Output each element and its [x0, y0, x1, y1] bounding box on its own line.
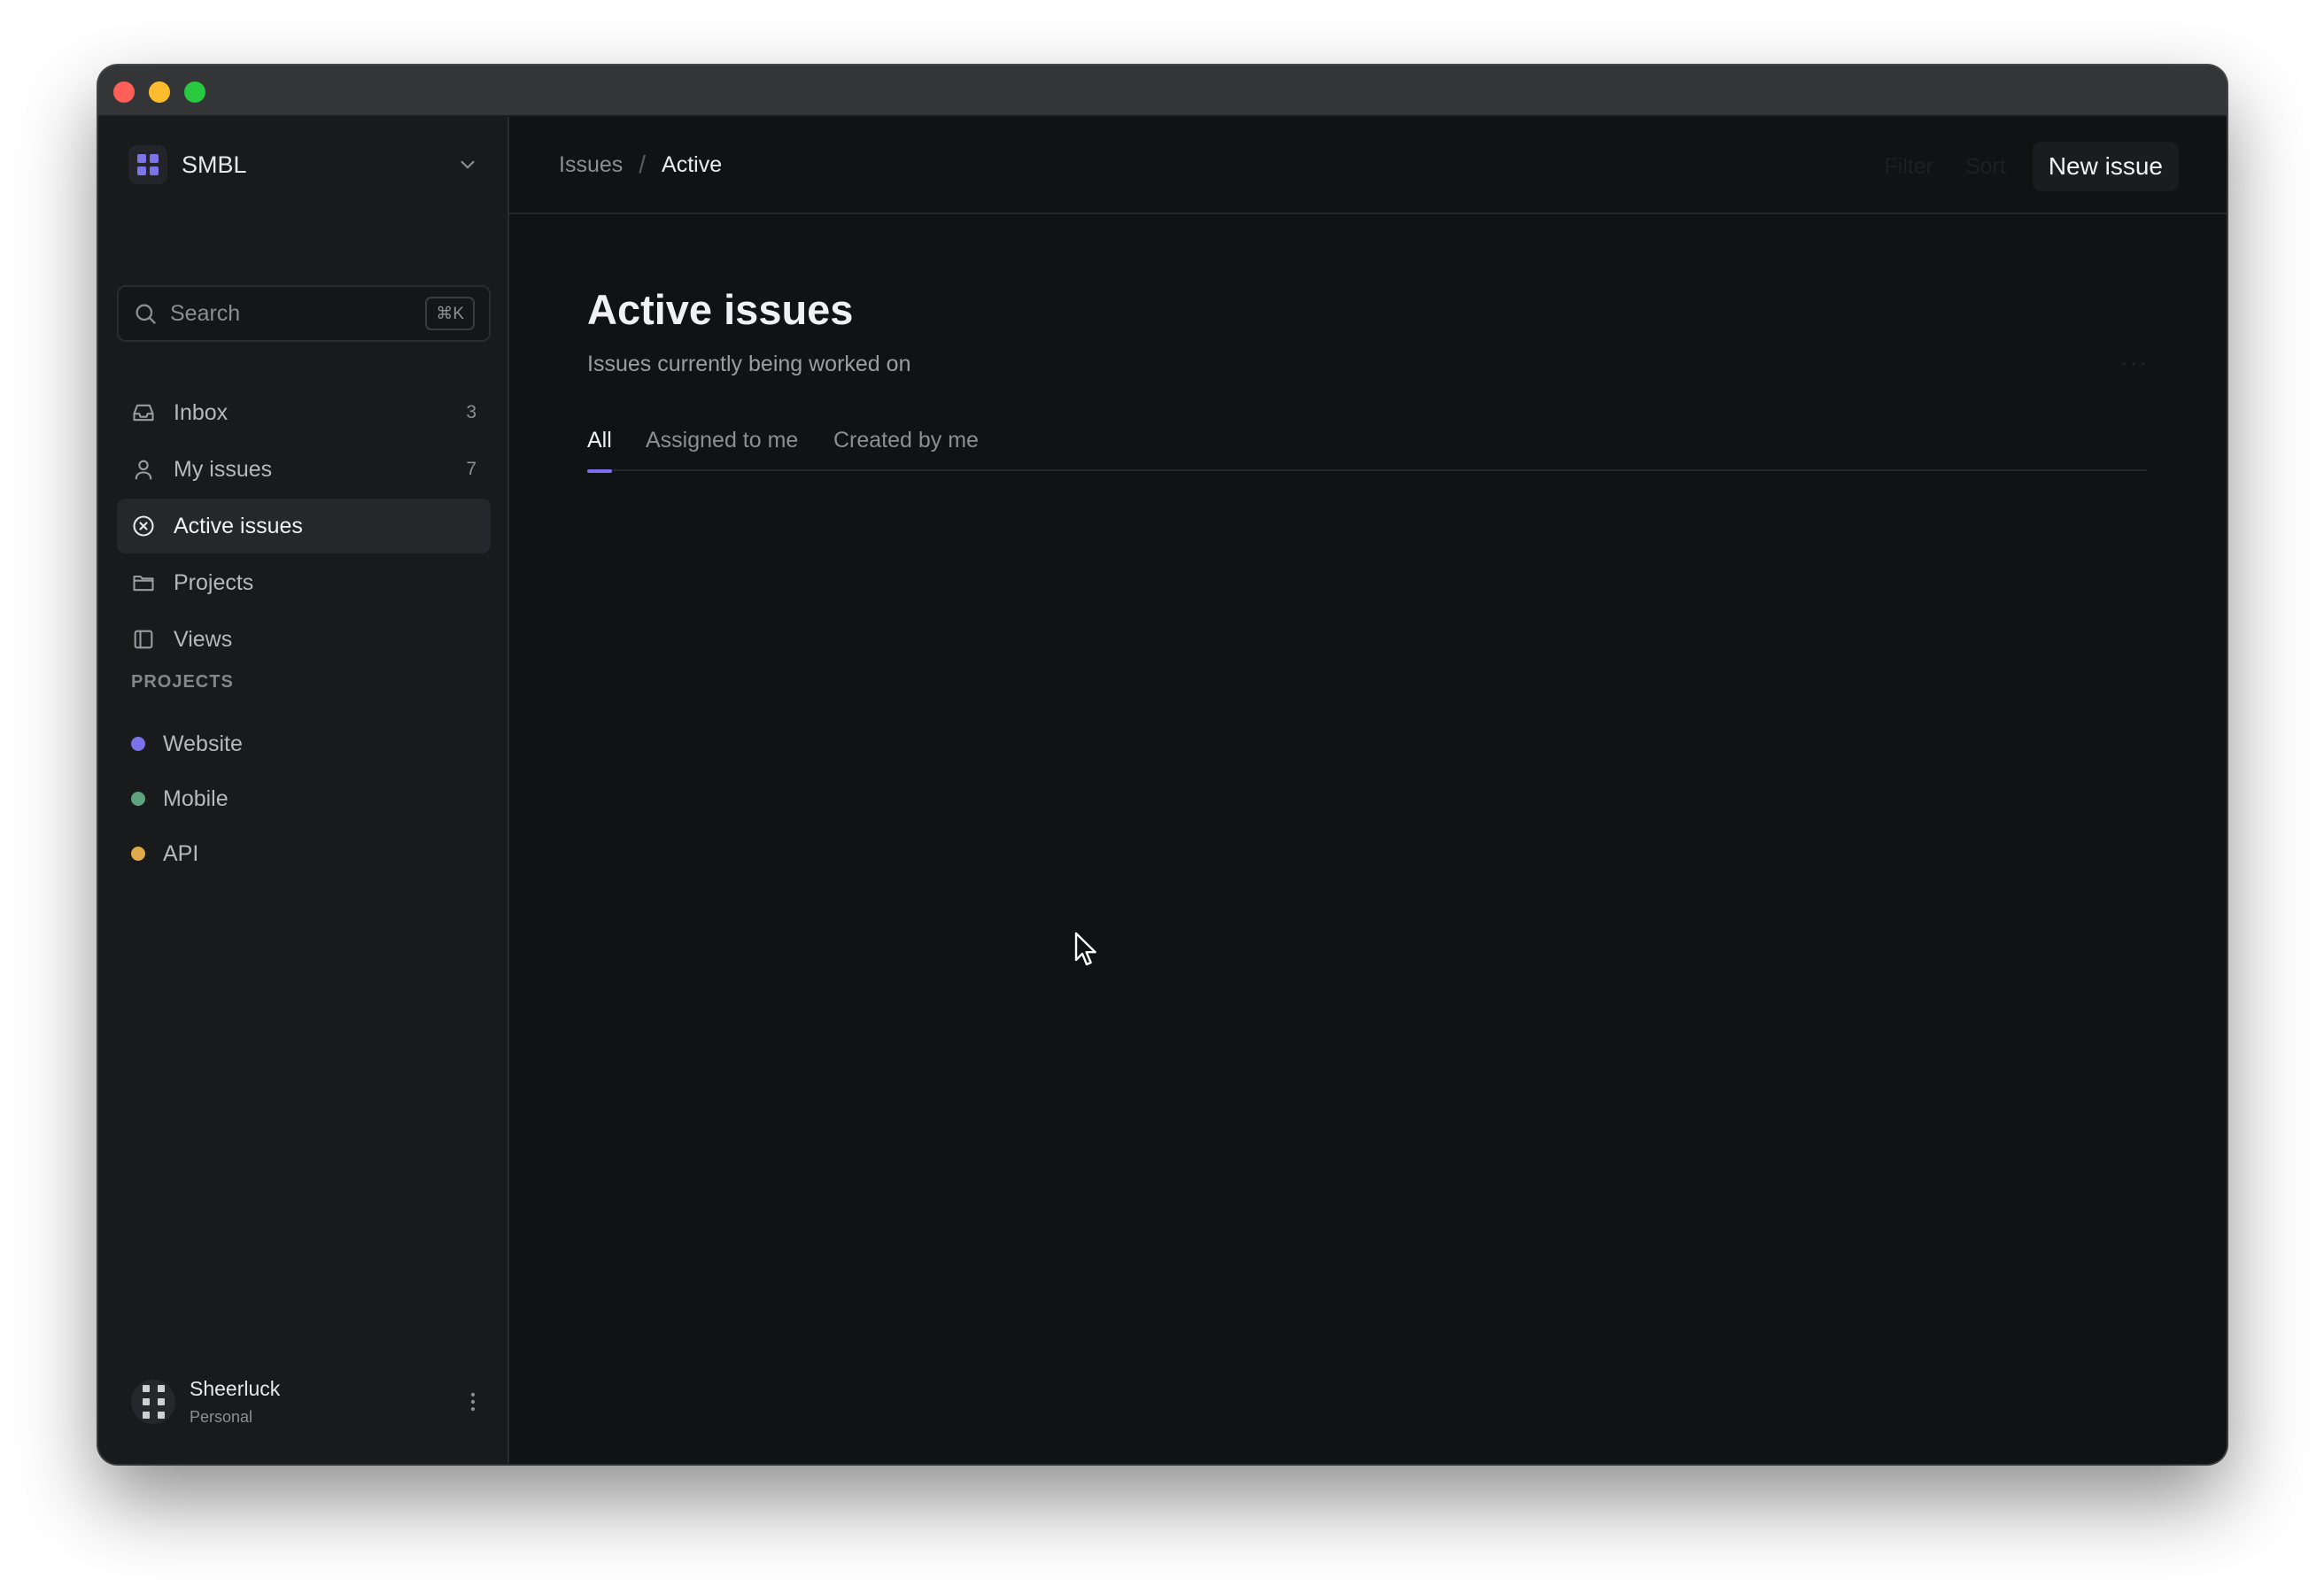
tab-created-by-me[interactable]: Created by me [833, 422, 979, 471]
project-item-api[interactable]: API [131, 834, 198, 873]
sidebar-item-label: Views [174, 626, 233, 652]
sidebar-item-active-issues[interactable]: Active issues [117, 499, 491, 553]
user-plan: Personal [190, 1408, 253, 1426]
maximize-window-button[interactable] [184, 81, 205, 103]
project-color-dot [131, 737, 145, 751]
project-color-dot [131, 847, 145, 861]
app-window: SMBL Search ⌘K Inbox 3 My issues 7 Activ… [98, 66, 2227, 1464]
minimize-window-button[interactable] [149, 81, 170, 103]
breadcrumb-issues-link[interactable]: Issues [559, 152, 623, 178]
user-name: Sheerluck [190, 1377, 281, 1400]
search-input[interactable]: Search ⌘K [117, 285, 491, 342]
page-title: Active issues [587, 286, 854, 333]
user-profile[interactable]: Sheerluck Personal [131, 1373, 485, 1431]
filter-button[interactable]: Filter [1868, 154, 1949, 180]
avatar [131, 1380, 175, 1424]
page-subtitle: Issues currently being worked on [587, 352, 911, 376]
project-item-mobile[interactable]: Mobile [131, 779, 229, 818]
sort-button[interactable]: Sort [1949, 154, 2022, 180]
x-circle-icon [133, 515, 154, 537]
tab-all[interactable]: All [587, 422, 612, 473]
projects-section-label: PROJECTS [131, 672, 234, 692]
user-icon [135, 460, 152, 480]
workspace-logo-icon [128, 145, 167, 184]
folder-icon [133, 575, 154, 592]
sidebar-item-inbox[interactable]: Inbox 3 [117, 385, 491, 440]
search-icon [136, 304, 156, 324]
title-bar [98, 66, 2227, 117]
issue-tabs: All Assigned to me Created by me [587, 422, 2147, 473]
sidebar: SMBL Search ⌘K Inbox 3 My issues 7 Activ… [98, 117, 509, 1464]
top-bar: Issues / Active Filter Sort New issue [509, 117, 2227, 214]
mouse-cursor-icon [1074, 932, 1096, 966]
sidebar-item-label: Active issues [174, 513, 303, 538]
tab-assigned-to-me[interactable]: Assigned to me [646, 422, 798, 471]
sidebar-item-label: My issues [174, 456, 273, 482]
project-label: Mobile [163, 785, 229, 811]
more-vertical-icon[interactable] [461, 1389, 485, 1414]
workspace-switcher[interactable]: SMBL [128, 143, 479, 186]
more-options-button[interactable]: ··· [2120, 349, 2149, 376]
search-placeholder: Search [170, 300, 241, 326]
close-window-button[interactable] [113, 81, 135, 103]
top-actions: Filter Sort New issue [1868, 142, 2179, 191]
workspace-name: SMBL [182, 151, 247, 178]
sidebar-item-my-issues[interactable]: My issues 7 [117, 442, 491, 497]
sidebar-item-views[interactable]: Views [117, 612, 491, 667]
inbox-icon [133, 404, 154, 422]
my-issues-count-badge: 7 [466, 459, 476, 479]
inbox-count-badge: 3 [466, 402, 476, 422]
breadcrumb: Issues / Active [559, 151, 722, 179]
sidebar-item-projects[interactable]: Projects [117, 555, 491, 610]
project-item-website[interactable]: Website [131, 724, 243, 763]
search-shortcut-badge: ⌘K [425, 297, 475, 330]
layout-icon [134, 630, 153, 649]
chevron-down-icon [461, 160, 475, 169]
new-issue-button[interactable]: New issue [2032, 142, 2179, 191]
breadcrumb-current: Active [662, 151, 723, 177]
main-content: Issues / Active Filter Sort New issue Ac… [509, 117, 2227, 1464]
project-color-dot [131, 792, 145, 806]
project-label: Website [163, 731, 243, 756]
breadcrumb-separator: / [639, 151, 647, 178]
project-label: API [163, 840, 199, 866]
sidebar-item-label: Projects [174, 569, 254, 595]
sidebar-item-label: Inbox [174, 399, 229, 425]
